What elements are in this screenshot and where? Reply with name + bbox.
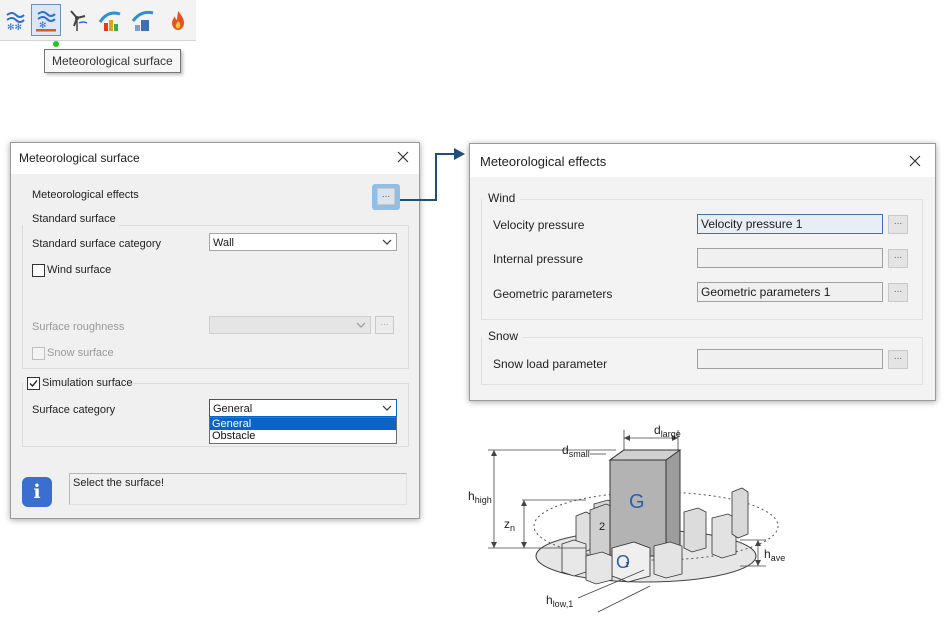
surface-roughness-button[interactable]: ...	[375, 316, 394, 334]
h-high-sub: high	[475, 495, 492, 505]
building-height-diagram: 2 G O 1 dsmall dlarge hhigh zn have hlow…	[466, 408, 796, 623]
standard-surface-category-value: Wall	[213, 237, 234, 249]
velocity-pressure-label: Velocity pressure	[493, 218, 585, 232]
wind-turbine-button[interactable]	[62, 4, 92, 36]
surface-category-select[interactable]: General	[209, 399, 397, 417]
tooltip: Meteorological surface	[44, 49, 181, 73]
status-message: Select the surface!	[73, 477, 165, 489]
snow-surface-checkbox[interactable]	[32, 347, 45, 360]
toolbar: ✻✻ ✻	[0, 0, 196, 41]
velocity-pressure-field[interactable]: Velocity pressure 1	[697, 214, 883, 234]
meteorological-surface-button[interactable]: ✻	[31, 4, 61, 36]
simulation-surface-label: Simulation surface	[42, 377, 133, 389]
fire-button[interactable]	[163, 4, 193, 36]
wind-building-button[interactable]	[128, 4, 158, 36]
meteorological-surface-icon: ✻	[36, 11, 56, 32]
diagram-label-1: 1	[625, 562, 629, 569]
z-n-sub: n	[510, 523, 515, 533]
d-small-sub: small	[569, 449, 590, 459]
standard-surface-group-label: Standard surface	[32, 213, 116, 225]
velocity-pressure-button[interactable]: ...	[888, 215, 908, 234]
meteorological-effects-dialog: Meteorological effects Wind Velocity pre…	[469, 143, 936, 401]
snow-group-label: Snow	[488, 329, 519, 343]
wind-building-icon	[131, 10, 154, 31]
close-icon[interactable]	[907, 153, 923, 169]
chevron-down-icon	[382, 405, 392, 411]
simulation-surface-checkbox[interactable]	[27, 377, 40, 390]
geometric-parameters-button[interactable]: ...	[888, 283, 908, 302]
info-icon: i	[22, 477, 52, 507]
wind-load-icon	[98, 11, 121, 31]
diagram-label-g: G	[629, 491, 645, 513]
d-small-base: d	[562, 443, 569, 457]
h-low-base: h	[546, 593, 553, 607]
standard-surface-category-label: Standard surface category	[32, 238, 162, 250]
svg-text:✻: ✻	[39, 20, 47, 30]
snow-load-parameter-field[interactable]	[697, 349, 883, 369]
diagram-label-2: 2	[599, 521, 605, 533]
dialog-title: Meteorological surface	[19, 151, 140, 165]
d-large-base: d	[654, 423, 661, 437]
snow-surface-label: Snow surface	[47, 347, 114, 359]
snow-wind-button[interactable]: ✻✻	[1, 4, 31, 36]
snow-wind-icon: ✻✻	[6, 12, 25, 32]
dropdown-option-obstacle[interactable]: Obstacle	[210, 430, 396, 442]
geometric-parameters-label: Geometric parameters	[493, 287, 613, 301]
snow-load-parameter-button[interactable]: ...	[888, 350, 908, 369]
h-high-base: h	[468, 489, 475, 503]
internal-pressure-label: Internal pressure	[493, 252, 584, 266]
wind-load-button[interactable]	[95, 4, 125, 36]
fire-icon	[172, 11, 184, 30]
checkmark-icon	[29, 380, 38, 388]
surface-roughness-label: Surface roughness	[32, 321, 125, 333]
snow-load-parameter-label: Snow load parameter	[493, 357, 608, 371]
meteorological-effects-label: Meteorological effects	[32, 189, 139, 201]
chevron-down-icon	[356, 322, 366, 328]
wind-surface-checkbox[interactable]	[32, 264, 45, 277]
wind-surface-label: Wind surface	[47, 264, 112, 276]
wind-group-label: Wind	[488, 191, 516, 205]
h-low-sub: low,1	[553, 599, 574, 609]
internal-pressure-button[interactable]: ...	[888, 249, 908, 268]
surface-category-label: Surface category	[32, 404, 116, 416]
dialog-title: Meteorological effects	[480, 154, 607, 169]
connector-arrow	[400, 148, 465, 201]
svg-text:✻✻: ✻✻	[7, 22, 22, 32]
surface-roughness-select[interactable]	[209, 316, 371, 334]
meteorological-surface-dialog: Meteorological surface Meteorological ef…	[10, 142, 420, 519]
standard-surface-category-select[interactable]: Wall	[209, 233, 397, 251]
active-indicator	[53, 41, 59, 47]
h-ave-sub: ave	[771, 553, 786, 563]
geometric-parameters-field[interactable]: Geometric parameters 1	[697, 282, 883, 302]
internal-pressure-field[interactable]	[697, 248, 883, 268]
dialog-titlebar: Meteorological surface	[11, 143, 419, 174]
dialog-titlebar: Meteorological effects	[470, 144, 935, 177]
status-box: Select the surface!	[69, 473, 407, 505]
wind-turbine-icon	[70, 10, 88, 31]
dropdown-option-general[interactable]: General	[210, 418, 396, 430]
d-large-sub: large	[661, 429, 681, 439]
surface-category-value: General	[213, 403, 253, 415]
h-ave-base: h	[764, 547, 771, 561]
surface-category-dropdown: General Obstacle	[209, 417, 397, 444]
chevron-down-icon	[382, 239, 392, 245]
meteorological-effects-button[interactable]: ...	[377, 188, 395, 205]
